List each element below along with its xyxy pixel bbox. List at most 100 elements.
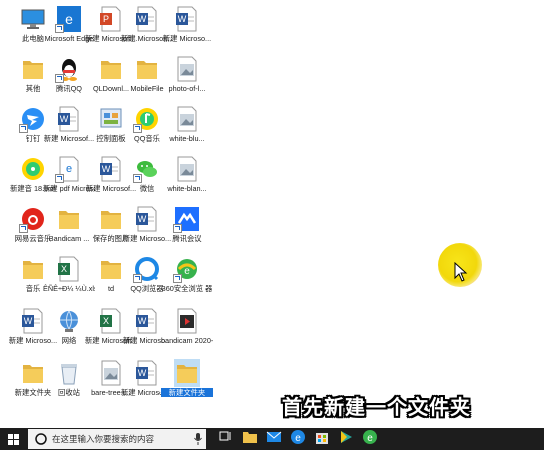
svg-text:X: X xyxy=(103,316,109,326)
recycle-bin-icon xyxy=(56,359,82,387)
svg-text:W: W xyxy=(138,14,147,24)
word-file-icon: W xyxy=(134,359,160,387)
word-file-icon: W xyxy=(134,307,160,335)
folder-icon xyxy=(134,55,160,83)
svg-text:W: W xyxy=(24,316,33,326)
shortcut-arrow-icon xyxy=(133,124,142,133)
mail-icon xyxy=(266,430,282,448)
mouse-pointer-icon xyxy=(454,262,468,282)
word-file-icon: W xyxy=(134,5,160,33)
music-app-icon xyxy=(20,155,46,183)
folder-icon xyxy=(20,359,46,387)
desktop-icon-label: white-blan... xyxy=(167,184,207,193)
taskbar-task-view-button[interactable] xyxy=(214,428,238,450)
svg-text:e: e xyxy=(66,163,72,175)
svg-text:W: W xyxy=(138,368,147,378)
shortcut-arrow-icon xyxy=(55,24,64,33)
folder-icon xyxy=(174,359,200,387)
shortcut-arrow-icon xyxy=(55,74,64,83)
powerpoint-file-icon: P xyxy=(98,5,124,33)
svg-text:e: e xyxy=(295,433,301,444)
word-file-icon: W xyxy=(56,105,82,133)
file-explorer-icon xyxy=(242,430,258,449)
start-button[interactable] xyxy=(0,428,26,450)
desktop-icon-label: bandicam 2020-05-0... xyxy=(161,336,213,345)
image-file-icon xyxy=(174,105,200,133)
image-file-icon xyxy=(174,55,200,83)
svg-text:W: W xyxy=(102,164,111,174)
folder-icon xyxy=(98,255,124,283)
desktop-icon-label: 新建文件夹 xyxy=(160,387,214,398)
desktop-icon-new-folder-selected[interactable]: 新建文件夹 xyxy=(160,358,214,410)
dingtalk-icon xyxy=(19,105,46,133)
desktop-icon-tencent-meeting[interactable]: 腾讯会议 xyxy=(162,204,212,256)
taskbar-file-explorer-button[interactable] xyxy=(238,428,262,450)
media-player-icon xyxy=(338,429,354,450)
desktop-icon-label: 360安全浏览 器 xyxy=(161,284,213,293)
svg-text:W: W xyxy=(138,214,147,224)
desktop-icon-word2[interactable]: W 新建 Microso... xyxy=(162,4,212,56)
microphone-icon[interactable] xyxy=(194,433,202,445)
taskbar-360-browser-button[interactable]: e xyxy=(358,428,382,450)
qq-music-icon xyxy=(133,105,160,133)
folder-icon xyxy=(56,205,82,233)
tencent-meeting-icon xyxy=(173,205,200,233)
desktop-icon-360[interactable]: e 360安全浏览 器 xyxy=(162,254,212,306)
shortcut-arrow-icon xyxy=(55,174,64,183)
taskbar-mail-button[interactable] xyxy=(262,428,286,450)
360-browser-icon: e xyxy=(173,255,200,283)
desktop-icon-label: photo-of-l... xyxy=(168,84,206,93)
network-icon xyxy=(56,307,82,335)
desktop-icon-label: 新建 Microso... xyxy=(162,34,212,43)
image-file-icon xyxy=(98,359,124,387)
video-caption: 首先新建一个文件夹 xyxy=(282,395,471,419)
image-file-icon xyxy=(174,155,200,183)
qq-browser-icon xyxy=(133,255,160,283)
windows-logo-icon xyxy=(7,433,19,445)
taskbar-media-player-button[interactable] xyxy=(334,428,358,450)
desktop-icon-bandicam-video[interactable]: bandicam 2020-05-0... xyxy=(161,306,213,358)
search-placeholder: 在这里输入你要搜索的内容 xyxy=(52,434,155,444)
svg-text:X: X xyxy=(61,264,67,274)
svg-text:e: e xyxy=(65,11,73,27)
taskbar-edge-button[interactable]: e xyxy=(286,428,310,450)
shortcut-arrow-icon xyxy=(133,174,142,183)
search-box[interactable]: 在这里输入你要搜索的内容 xyxy=(28,429,206,449)
desktop-icon-label: white-blu... xyxy=(169,134,205,143)
folder-icon xyxy=(20,55,46,83)
folder-icon xyxy=(98,55,124,83)
store-icon xyxy=(314,429,330,450)
qq-icon xyxy=(55,55,82,83)
word-file-icon: W xyxy=(134,205,160,233)
edge-icon: e xyxy=(55,5,82,33)
shortcut-arrow-icon xyxy=(173,224,182,233)
desktop-icon-photo-of[interactable]: photo-of-l... xyxy=(162,54,212,106)
svg-text:W: W xyxy=(138,316,147,326)
folder-icon xyxy=(20,255,46,283)
desktop-icon-label: 腾讯会议 xyxy=(172,234,202,243)
360-browser-icon: e xyxy=(362,429,378,450)
excel-file-icon: X xyxy=(98,307,124,335)
word-file-icon: W xyxy=(20,307,46,335)
taskbar: 在这里输入你要搜索的内容 e e xyxy=(0,428,544,450)
desktop: 此电脑 e Microsoft Edge P 新建 Microsoft... W 新建 Mi… xyxy=(0,0,544,428)
pdf-edge-icon: e xyxy=(55,155,82,183)
shortcut-arrow-icon xyxy=(133,274,142,283)
excel-file-icon: X xyxy=(56,255,82,283)
svg-text:W: W xyxy=(60,114,69,124)
svg-text:W: W xyxy=(178,14,187,24)
desktop-icon-white-blan[interactable]: white-blan... xyxy=(162,154,212,206)
netease-music-icon xyxy=(19,205,46,233)
shortcut-arrow-icon xyxy=(173,274,182,283)
word-file-icon: W xyxy=(174,5,200,33)
taskbar-store-button[interactable] xyxy=(310,428,334,450)
word-file-icon: W xyxy=(98,155,124,183)
search-icon xyxy=(35,433,47,445)
shortcut-arrow-icon xyxy=(19,124,28,133)
svg-text:e: e xyxy=(367,433,373,444)
video-file-icon xyxy=(174,307,200,335)
shortcut-arrow-icon xyxy=(19,224,28,233)
control-panel-icon xyxy=(98,105,124,133)
desktop-icon-white-blu[interactable]: white-blu... xyxy=(162,104,212,156)
svg-text:e: e xyxy=(184,266,190,277)
